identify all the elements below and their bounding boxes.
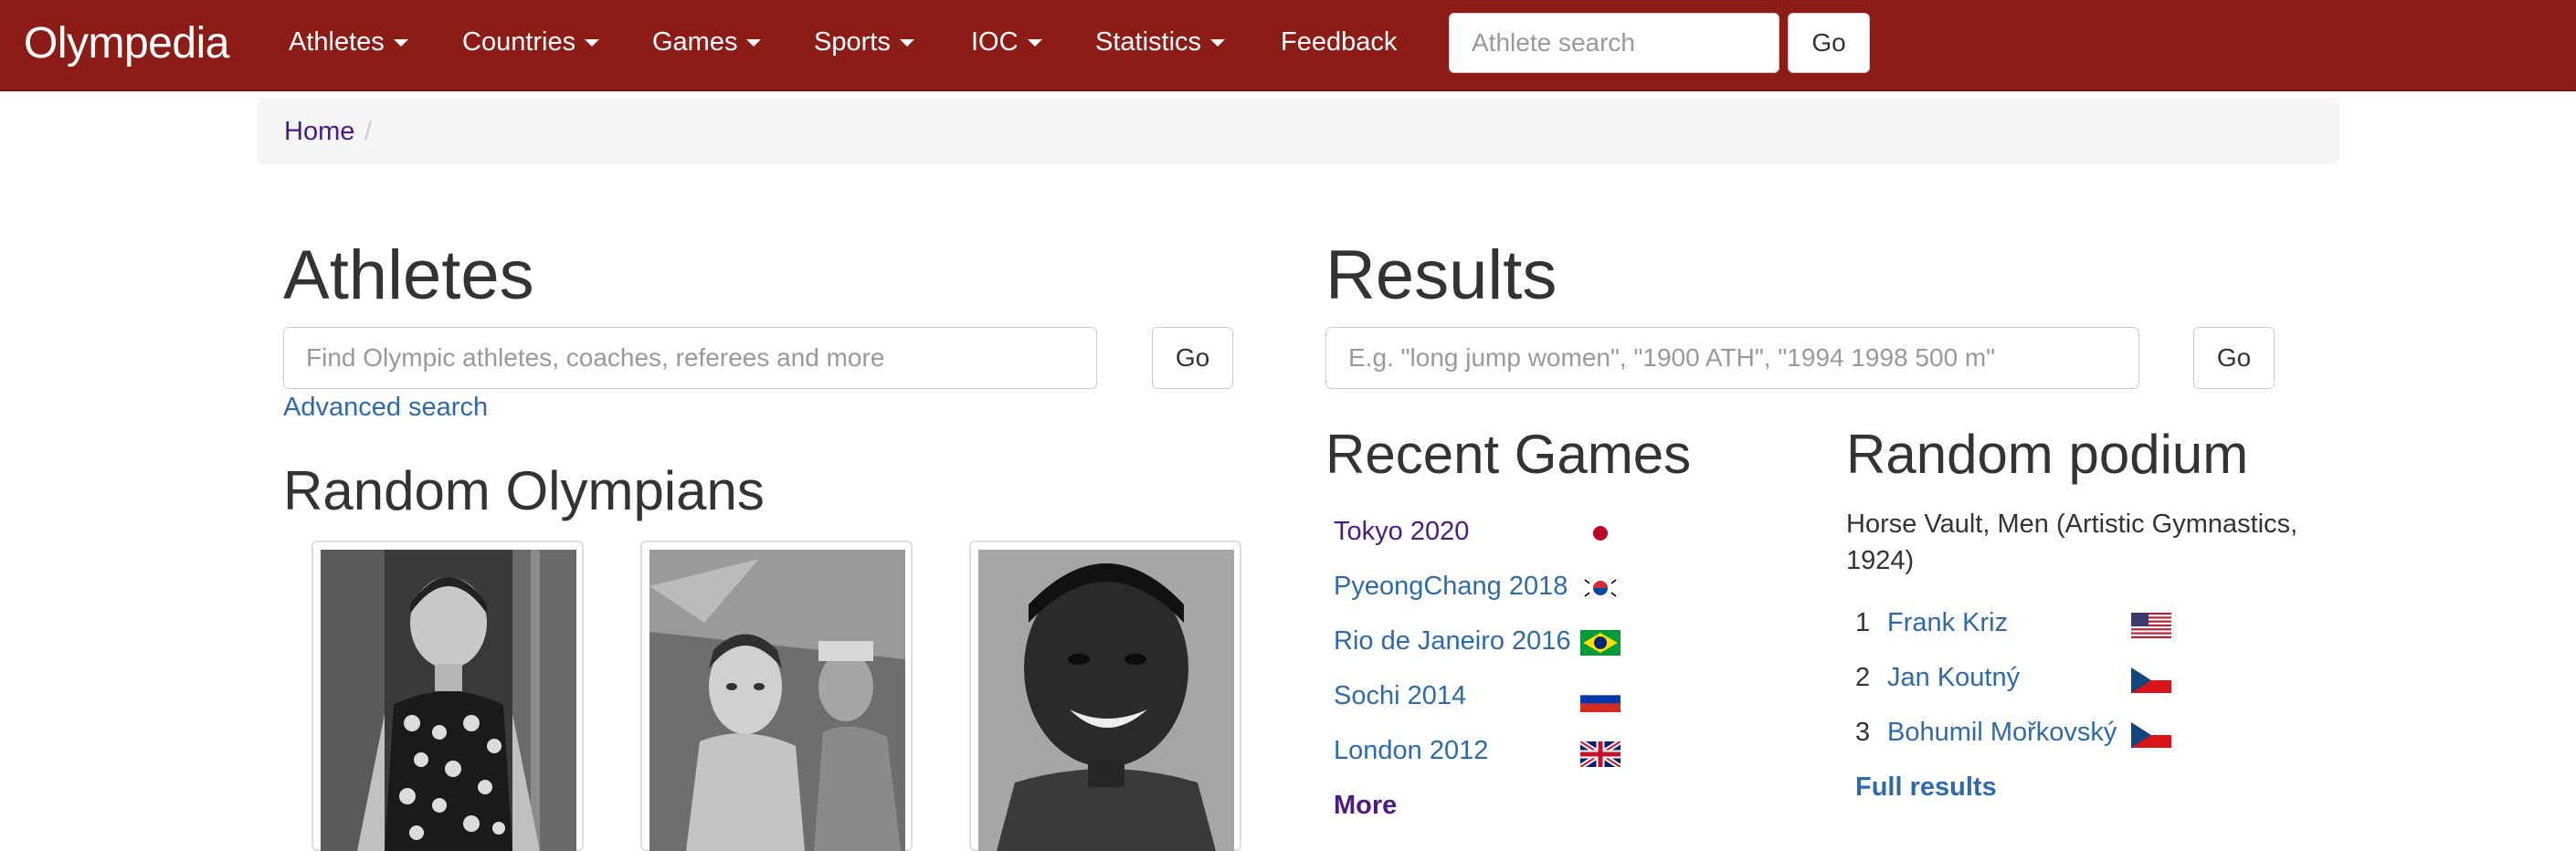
advanced-search-link[interactable]: Advanced search: [283, 393, 488, 423]
recent-game-link[interactable]: London 2012: [1334, 736, 1488, 766]
south-korea-flag-icon: [1580, 575, 1621, 601]
athletes-heading: Athletes: [283, 236, 534, 314]
caret-down-icon: [585, 39, 600, 47]
nav-statistics[interactable]: Statistics: [1095, 27, 1226, 58]
nav-ioc-label: IOC: [971, 27, 1019, 57]
nav-sports-label: Sports: [814, 27, 891, 57]
podium-rank: 3: [1855, 718, 1871, 747]
nav-games-label: Games: [652, 27, 738, 57]
random-olympians-heading: Random Olympians: [283, 460, 765, 521]
caret-down-icon: [393, 39, 408, 47]
caret-down-icon: [1027, 39, 1042, 47]
recent-games-heading: Recent Games: [1325, 424, 1692, 485]
nav-ioc[interactable]: IOC: [971, 27, 1042, 58]
podium-rank: 1: [1855, 608, 1871, 637]
athletes-search-input[interactable]: [283, 327, 1097, 389]
random-olympian-card[interactable]: [640, 541, 913, 851]
nav-countries[interactable]: Countries: [462, 27, 600, 58]
podium-event-name: Horse Vault, Men (Artistic Gymnastics, 1…: [1846, 510, 2298, 575]
athlete-photo[interactable]: [978, 550, 1234, 851]
full-results-link[interactable]: Full results: [1855, 772, 1997, 803]
nav-countries-label: Countries: [462, 27, 576, 57]
recent-game-link[interactable]: Sochi 2014: [1334, 681, 1466, 711]
athletes-go-button[interactable]: Go: [1152, 327, 1233, 389]
random-olympian-card[interactable]: [969, 541, 1241, 851]
recent-game-link[interactable]: Tokyo 2020: [1334, 517, 1469, 547]
breadcrumb: Home /: [257, 99, 2339, 164]
recent-game-link[interactable]: PyeongChang 2018: [1334, 572, 1568, 602]
results-go-button[interactable]: Go: [2193, 327, 2275, 389]
usa-flag-icon: [2131, 613, 2171, 638]
nav-feedback[interactable]: Feedback: [1281, 27, 1397, 58]
site-brand[interactable]: Olympedia: [24, 18, 229, 68]
nav-games[interactable]: Games: [652, 27, 762, 58]
athlete-photo[interactable]: [649, 550, 905, 851]
results-search-input[interactable]: [1325, 327, 2139, 389]
podium-rank: 2: [1855, 663, 1871, 692]
athlete-photo[interactable]: [321, 550, 576, 851]
japan-flag-icon: [1580, 520, 1621, 546]
czech-flag-icon: [2131, 667, 2171, 693]
random-podium-heading: Random podium: [1846, 424, 2249, 485]
nav-sports[interactable]: Sports: [814, 27, 914, 58]
athlete-search-input[interactable]: [1449, 13, 1779, 73]
podium-athlete-link[interactable]: Bohumil Mořkovský: [1887, 718, 2117, 748]
podium-athlete-link[interactable]: Jan Koutný: [1887, 663, 2020, 693]
russia-flag-icon: [1580, 687, 1621, 712]
nav-statistics-label: Statistics: [1095, 27, 1202, 57]
caret-down-icon: [746, 39, 762, 47]
caret-down-icon: [899, 39, 914, 47]
brazil-flag-icon: [1580, 630, 1621, 656]
podium-athlete-link[interactable]: Frank Kriz: [1887, 608, 2008, 638]
recent-game-link[interactable]: Rio de Janeiro 2016: [1334, 626, 1571, 657]
breadcrumb-separator: /: [364, 117, 373, 146]
caret-down-icon: [1210, 39, 1226, 47]
nav-feedback-label: Feedback: [1281, 27, 1398, 57]
united-kingdom-flag-icon: [1580, 741, 1621, 767]
czech-flag-icon: [2131, 722, 2171, 748]
results-heading: Results: [1325, 236, 1557, 314]
nav-go-button[interactable]: Go: [1788, 13, 1870, 73]
more-games-link[interactable]: More: [1334, 791, 1397, 821]
random-olympian-card[interactable]: [311, 541, 584, 851]
breadcrumb-home-link[interactable]: Home: [284, 117, 354, 147]
nav-athletes-label: Athletes: [289, 27, 385, 57]
nav-athletes[interactable]: Athletes: [289, 27, 408, 58]
top-navbar: Olympedia Athletes Countries Games Sport…: [0, 0, 2576, 91]
